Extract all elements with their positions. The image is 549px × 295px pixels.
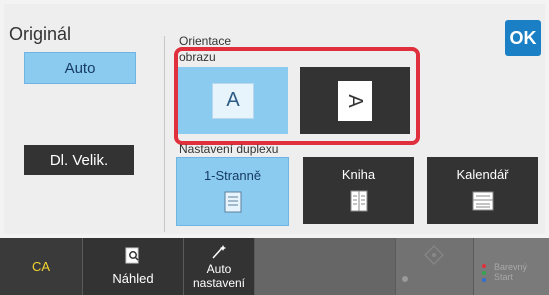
bottom-bar: CA Náhled Auto nastavení Barevný Start — [0, 238, 549, 295]
orientation-portrait-button[interactable]: A — [178, 67, 288, 134]
orientation-landscape-button[interactable]: A — [300, 67, 410, 134]
preview-icon — [125, 247, 139, 264]
duplex-option-one-sided[interactable]: 1-Stranně — [176, 157, 289, 226]
color-dot-green — [482, 271, 486, 275]
portrait-icon: A — [212, 82, 254, 119]
page-title: Originál — [9, 24, 72, 44]
auto-size-button[interactable]: Auto — [24, 52, 136, 84]
duplex-option-label: Kalendář — [456, 167, 509, 182]
bw-start-button[interactable] — [396, 238, 473, 295]
bottom-spacer — [255, 238, 395, 295]
landscape-icon: A — [338, 80, 372, 121]
ok-button[interactable]: OK — [505, 20, 541, 56]
orientation-label-line1: Orientace — [179, 34, 232, 48]
color-start-label-line1: Barevný — [494, 262, 528, 272]
calendar-page-icon — [472, 191, 493, 211]
bw-indicator — [402, 276, 408, 282]
color-dot-blue — [482, 278, 486, 282]
main-panel: Originál Auto Dl. Velik. OK Orientace ob… — [4, 4, 545, 234]
long-size-button[interactable]: Dl. Velik. — [24, 145, 134, 175]
auto-settings-button[interactable]: Auto nastavení — [184, 238, 254, 295]
landscape-glyph: A — [344, 93, 367, 108]
duplex-label: Nastavení duplexu — [179, 142, 279, 156]
color-start-label: Barevný Start — [494, 262, 527, 282]
screen: Originál Auto Dl. Velik. OK Orientace ob… — [0, 0, 549, 295]
duplex-option-label: Kniha — [341, 167, 376, 182]
duplex-option-book[interactable]: Kniha — [303, 157, 414, 224]
portrait-glyph: A — [226, 89, 240, 111]
one-sided-page-icon — [224, 191, 241, 213]
duplex-option-label: 1-Stranně — [203, 168, 262, 183]
divider — [164, 36, 165, 232]
auto-settings-label-line2: nastavení — [192, 275, 246, 290]
magic-wand-icon — [212, 244, 226, 259]
color-dot-red — [482, 264, 486, 268]
preview-label: Náhled — [112, 271, 154, 286]
ca-label: CA — [31, 259, 51, 274]
preview-button[interactable]: Náhled — [83, 238, 183, 295]
book-page-icon — [350, 190, 367, 212]
clear-all-button[interactable]: CA — [0, 238, 82, 295]
color-start-button[interactable]: Barevný Start — [474, 238, 549, 295]
color-start-label-line2: Start — [494, 272, 514, 282]
auto-settings-label-line1: Auto — [206, 261, 232, 276]
duplex-option-calendar[interactable]: Kalendář — [427, 157, 538, 224]
bw-start-icon — [424, 245, 444, 265]
